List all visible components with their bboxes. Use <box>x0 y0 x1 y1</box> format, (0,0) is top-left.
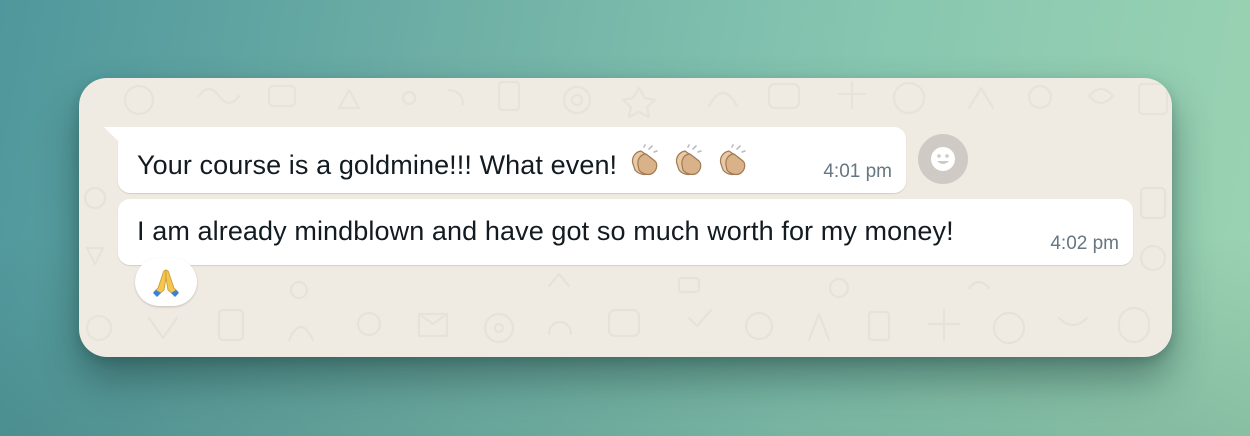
message-bubble[interactable]: Your course is a goldmine!!! What even! <box>104 127 906 193</box>
clapping-hands-icon <box>720 144 746 176</box>
emoji-group <box>627 144 753 180</box>
message-text: Your course is a goldmine!!! What even! <box>137 150 618 180</box>
clapping-hands-icon <box>676 144 702 176</box>
message-text-row: Your course is a goldmine!!! What even! <box>137 144 753 181</box>
smiley-icon <box>931 147 955 171</box>
bubble-tail <box>104 127 118 141</box>
chat-panel: Your course is a goldmine!!! What even! <box>79 78 1172 357</box>
clapping-hands-icon <box>632 144 658 176</box>
react-button[interactable] <box>918 134 968 184</box>
message-reaction[interactable] <box>135 258 197 306</box>
message-bubble[interactable]: I am already mindblown and have got so m… <box>118 199 1133 265</box>
message-timestamp: 4:01 pm <box>823 161 892 182</box>
message-timestamp: 4:02 pm <box>1050 233 1119 254</box>
message-text: I am already mindblown and have got so m… <box>137 216 954 246</box>
folded-hands-icon <box>153 269 179 297</box>
